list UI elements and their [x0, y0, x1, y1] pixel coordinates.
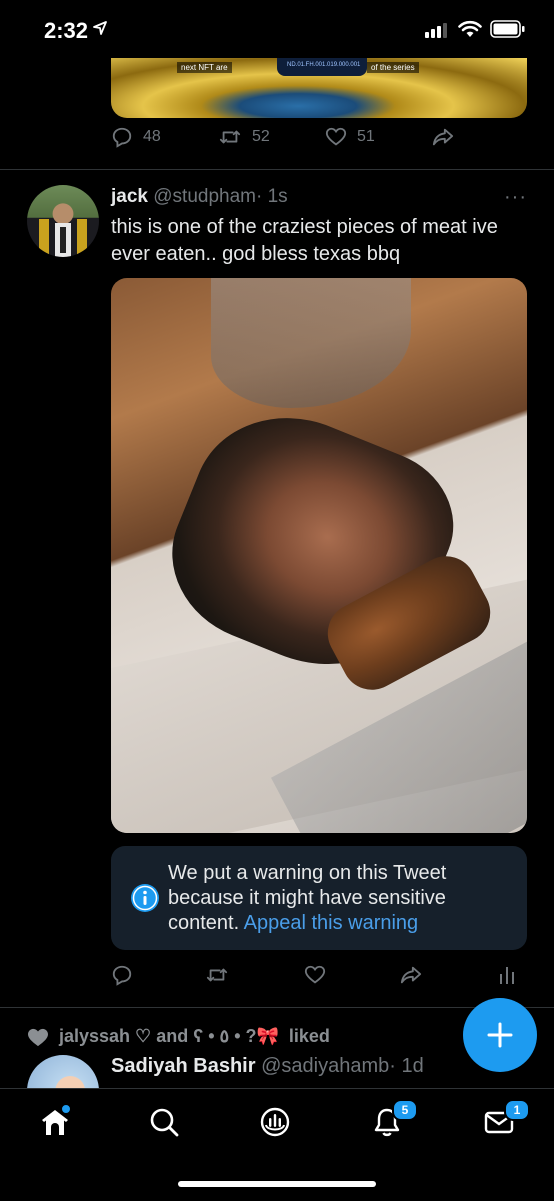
appeal-warning-link[interactable]: Appeal this warning — [244, 912, 419, 934]
share-icon — [400, 966, 422, 984]
share-button[interactable] — [431, 126, 455, 148]
retweet-button[interactable]: 52 — [218, 126, 270, 148]
tweet-header: Sadiyah Bashir @sadiyahamb· 1d — [111, 1055, 424, 1078]
media-caption-right: of the series — [367, 62, 419, 73]
messages-badge: 1 — [504, 1099, 530, 1121]
info-icon — [130, 883, 160, 913]
status-bar: 2:32 — [0, 0, 554, 62]
heart-icon — [325, 127, 347, 146]
heart-filled-icon — [28, 1028, 48, 1046]
wifi-icon — [458, 20, 482, 38]
previous-tweet-media[interactable]: ND.01.FH.001.019.000.001 next NFT are of… — [111, 58, 527, 118]
location-arrow-icon — [92, 20, 108, 36]
reply-icon — [112, 965, 132, 986]
reply-count: 48 — [143, 128, 161, 145]
tweet-divider — [0, 1007, 554, 1008]
compose-tweet-button[interactable] — [463, 998, 537, 1072]
retweet-icon — [206, 968, 228, 982]
tab-spaces[interactable] — [258, 1105, 298, 1141]
retweet-icon — [219, 130, 241, 144]
tab-search[interactable] — [147, 1105, 187, 1141]
social-context-row[interactable]: jalyssah ♡ and ʕ • ٥ • ?🎀 liked — [27, 1026, 330, 1047]
author-handle[interactable]: @sadiyahamb — [261, 1055, 389, 1077]
tweet-time: · 1s — [256, 186, 288, 207]
nft-id-text: ND.01.FH.001.019.000.001 — [287, 62, 361, 68]
tweet-header: jack @studpham· 1s — [111, 186, 288, 208]
sensitive-content-warning: We put a warning on this Tweet because i… — [111, 846, 527, 950]
like-count: 51 — [357, 128, 375, 145]
tweet-divider — [0, 169, 554, 170]
avatar[interactable] — [27, 185, 99, 257]
media-caption-left: next NFT are — [177, 62, 232, 73]
heart-icon — [304, 965, 326, 984]
tweet-image[interactable] — [111, 278, 527, 833]
home-indicator — [178, 1181, 376, 1187]
tweet-actions — [111, 964, 531, 994]
tweet-text: this is one of the craziest pieces of me… — [111, 216, 498, 265]
like-button[interactable] — [304, 964, 326, 986]
share-icon — [432, 128, 454, 146]
liked-by-users: jalyssah ♡ and ʕ • ٥ • ?🎀 — [59, 1026, 279, 1046]
search-icon — [150, 1108, 179, 1137]
author-name[interactable]: Sadiyah Bashir — [111, 1055, 256, 1077]
retweet-button[interactable] — [205, 964, 229, 986]
like-button[interactable]: 51 — [325, 126, 375, 148]
reply-button[interactable]: 48 — [111, 126, 161, 148]
author-name[interactable]: jack — [111, 186, 148, 207]
plus-icon — [487, 1022, 513, 1048]
notifications-badge: 5 — [392, 1099, 418, 1121]
more-options-button[interactable]: ··· — [504, 186, 527, 209]
previous-tweet-actions: 48 52 51 — [111, 126, 531, 156]
analytics-button[interactable] — [497, 964, 517, 986]
home-unread-dot — [60, 1103, 72, 1115]
liked-verb: liked — [288, 1026, 330, 1046]
author-handle[interactable]: @studpham — [153, 186, 256, 207]
reply-icon — [112, 127, 132, 148]
battery-icon — [490, 20, 526, 38]
tab-notifications[interactable]: 5 — [370, 1099, 418, 1141]
status-time: 2:32 — [44, 18, 89, 43]
tab-home[interactable] — [38, 1103, 78, 1141]
share-button[interactable] — [399, 964, 423, 986]
tweet-time: · 1d — [389, 1055, 424, 1077]
retweet-count: 52 — [252, 128, 270, 145]
spaces-icon — [260, 1107, 290, 1137]
analytics-icon — [500, 967, 514, 984]
tab-messages[interactable]: 1 — [482, 1099, 530, 1141]
reply-button[interactable] — [111, 964, 133, 986]
cellular-signal-icon — [425, 22, 449, 38]
